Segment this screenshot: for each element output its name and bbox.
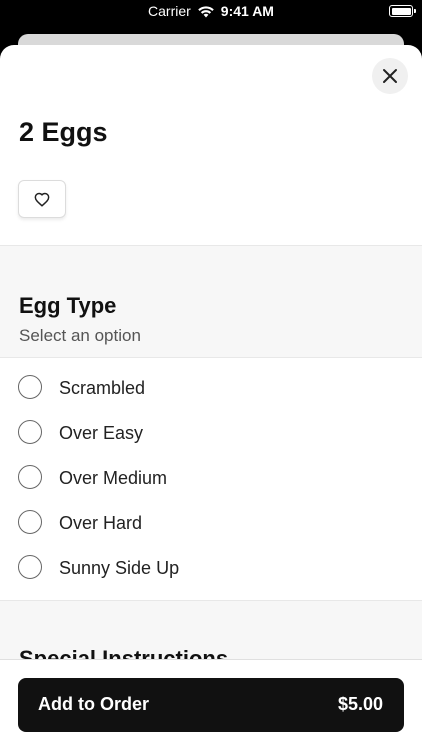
- screen: Carrier 9:41 AM 2 Eggs Egg Type Select a…: [0, 0, 422, 750]
- footer: Add to Order $5.00: [0, 659, 422, 750]
- option-label: Scrambled: [59, 378, 146, 398]
- option-label: Over Medium: [59, 468, 168, 488]
- option-label: Over Easy: [59, 423, 144, 443]
- close-icon: [383, 69, 397, 83]
- favorite-button[interactable]: [18, 180, 66, 218]
- radio-button[interactable]: [18, 375, 42, 399]
- clock: 9:41 AM: [220, 3, 274, 19]
- order-price: $5.00: [337, 694, 383, 714]
- battery-icon: [389, 5, 416, 17]
- wifi-icon: [197, 5, 214, 17]
- divider: [0, 357, 422, 358]
- carrier-label: Carrier: [148, 3, 191, 19]
- egg-type-options: Scrambled Over Easy Over Medium Over Har…: [0, 366, 422, 591]
- item-title: 2 Eggs: [19, 117, 108, 147]
- status-center: Carrier 9:41 AM: [0, 3, 422, 19]
- option-label: Sunny Side Up: [59, 558, 180, 578]
- option-over-medium[interactable]: Over Medium: [0, 456, 422, 501]
- section-title: Egg Type: [19, 293, 117, 318]
- option-scrambled[interactable]: Scrambled: [0, 366, 422, 411]
- radio-button[interactable]: [18, 420, 42, 444]
- add-to-order-button[interactable]: Add to Order $5.00: [18, 678, 404, 732]
- close-button[interactable]: [372, 58, 408, 94]
- option-sunny-side-up[interactable]: Sunny Side Up: [0, 546, 422, 591]
- radio-button[interactable]: [18, 555, 42, 579]
- section-subtitle: Select an option: [19, 326, 141, 345]
- option-over-hard[interactable]: Over Hard: [0, 501, 422, 546]
- option-label: Over Hard: [59, 513, 143, 533]
- status-bar: Carrier 9:41 AM: [0, 0, 422, 26]
- radio-button[interactable]: [18, 510, 42, 534]
- radio-button[interactable]: [18, 465, 42, 489]
- item-sheet: 2 Eggs Egg Type Select an option Scrambl…: [0, 45, 422, 750]
- egg-type-section-header: Egg Type Select an option: [0, 246, 422, 357]
- add-to-order-label: Add to Order: [38, 694, 149, 714]
- option-over-easy[interactable]: Over Easy: [0, 411, 422, 456]
- heart-icon: [34, 192, 50, 207]
